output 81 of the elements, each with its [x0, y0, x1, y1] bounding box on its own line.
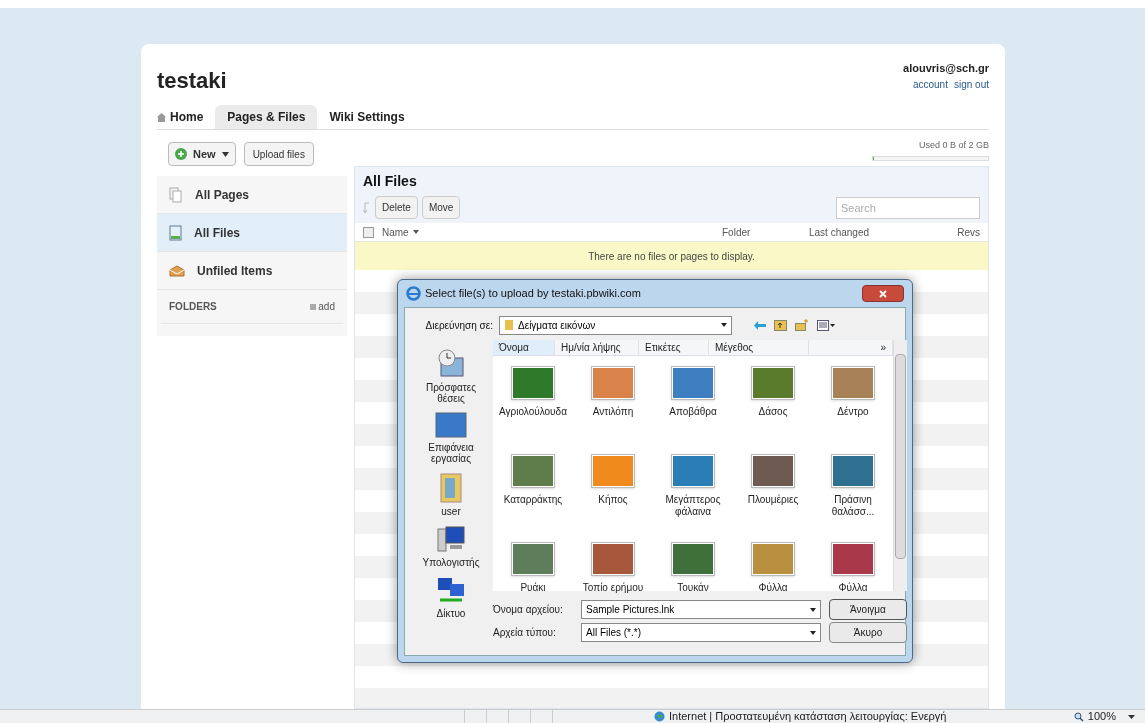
caret-icon: [412, 230, 419, 234]
add-folder-link[interactable]: add: [310, 299, 335, 314]
search-field[interactable]: Search: [836, 196, 980, 219]
file-item[interactable]: Αντιλόπη: [573, 366, 653, 448]
places-item[interactable]: Επιφάνεια εργασίας: [413, 412, 489, 464]
column-header[interactable]: Folder: [722, 224, 809, 240]
file-item[interactable]: Αγριολούλουδα: [493, 366, 573, 448]
nav-tab[interactable]: Home: [157, 105, 216, 129]
column-header[interactable]: Last changed: [809, 224, 945, 240]
file-item[interactable]: Πλουμέριες: [733, 454, 813, 536]
list-column-header[interactable]: Ετικέτες: [639, 340, 709, 355]
places-item[interactable]: Πρόσφατες θέσεις: [413, 348, 489, 404]
up-folder-icon[interactable]: [774, 319, 787, 331]
look-in-dropdown[interactable]: Δείγματα εικόνων: [499, 315, 732, 335]
dialog-title: Select file(s) to upload by testaki.pbwiki.com: [425, 286, 641, 302]
storage-usage-text: Used 0 B of 2 GB: [918, 139, 989, 152]
file-item[interactable]: Καταρράκτης: [493, 454, 573, 536]
folder-icon: [504, 319, 514, 331]
file-item[interactable]: Κήπος: [573, 454, 653, 536]
browser-icon: [406, 286, 421, 301]
panel-title: All Files: [363, 172, 418, 191]
file-item[interactable]: Δάσος: [733, 366, 813, 448]
file-item[interactable]: Αποβάθρα: [653, 366, 733, 448]
select-all-checkbox[interactable]: [363, 226, 374, 238]
plus-icon: [175, 148, 187, 160]
look-in-label: Διερεύνηση σε:: [424, 318, 493, 333]
zoom-icon: [1073, 711, 1084, 722]
clock-icon: [435, 348, 467, 380]
column-header[interactable]: Revs: [945, 224, 980, 240]
wiki-title: testaki: [157, 67, 227, 95]
close-icon: [879, 289, 887, 298]
account-link[interactable]: account: [912, 76, 948, 92]
nav-tab[interactable]: Pages & Files: [215, 105, 318, 129]
places-item[interactable]: Δίκτυο: [413, 576, 489, 619]
caret-icon: [721, 323, 727, 327]
column-header[interactable]: Name: [382, 224, 722, 240]
file-item[interactable]: Μεγάπτερος φάλαινα: [653, 454, 733, 536]
monitor-icon: [435, 412, 467, 440]
file-icon: [169, 224, 182, 241]
new-folder-icon[interactable]: [795, 319, 809, 331]
places-item[interactable]: user: [413, 472, 489, 517]
upload-files-button[interactable]: Upload files: [243, 142, 314, 166]
add-icon: [310, 303, 317, 310]
home-icon: [157, 112, 166, 122]
folder-icon: [439, 472, 463, 504]
caret-icon: [810, 607, 816, 612]
folders-heading: FOLDERS: [169, 300, 217, 314]
file-item[interactable]: Δέντρο: [813, 366, 893, 448]
view-menu-icon[interactable]: [817, 319, 835, 331]
cancel-button[interactable]: Άκυρο: [829, 622, 907, 643]
file-name-label: Όνομα αρχείου:: [493, 603, 564, 617]
account-link[interactable]: sign out: [953, 76, 989, 92]
list-column-header[interactable]: Ημ/νία λήψης: [555, 340, 639, 355]
empty-message: There are no files or pages to display.: [355, 242, 988, 270]
file-action-button[interactable]: Delete: [375, 196, 418, 219]
sidebar-item[interactable]: All Files: [157, 214, 347, 252]
nav-tab[interactable]: Wiki Settings: [317, 105, 417, 129]
envelope-icon: [169, 264, 185, 277]
file-type-dropdown[interactable]: All Files (*.*): [581, 623, 821, 642]
file-action-button[interactable]: Move: [421, 196, 461, 219]
list-column-header[interactable]: Όνομα: [493, 340, 555, 355]
pages-icon: [169, 186, 183, 203]
return-arrow-icon: [363, 201, 371, 214]
caret-icon: [810, 630, 816, 635]
close-button[interactable]: [862, 285, 904, 302]
file-name-field[interactable]: Sample Pictures.lnk: [581, 600, 821, 619]
file-item[interactable]: Πράσινη θαλάσσ...: [813, 454, 893, 536]
computer-icon: [436, 525, 466, 555]
globe-icon: [654, 711, 665, 722]
user-email: alouvris@sch.gr: [903, 61, 989, 76]
list-column-header[interactable]: Μέγεθος: [709, 340, 809, 355]
new-button[interactable]: New: [168, 142, 236, 166]
status-text: Internet | Προστατευμένη κατάσταση λειτουργίας: Ενεργή: [669, 709, 947, 723]
open-button[interactable]: Άνοιγμα: [829, 599, 907, 620]
caret-icon: [1128, 714, 1135, 719]
back-arrow-icon[interactable]: [754, 320, 766, 330]
places-item[interactable]: Υπολογιστής: [413, 525, 489, 568]
caret-icon: [221, 151, 229, 157]
zoom-level[interactable]: 100%: [1087, 708, 1116, 723]
file-type-label: Αρχεία τύπου:: [493, 626, 557, 640]
sidebar-item[interactable]: Unfiled Items: [157, 252, 347, 290]
